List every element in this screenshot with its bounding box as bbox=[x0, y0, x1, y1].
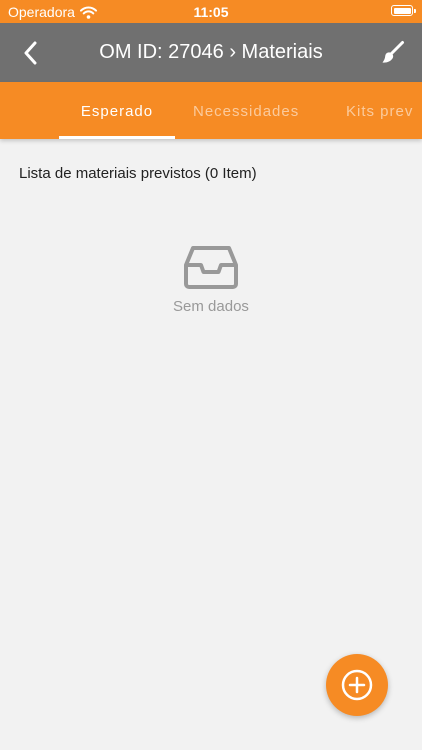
empty-state: Sem dados bbox=[111, 244, 311, 315]
tab-esperado[interactable]: Esperado bbox=[59, 103, 175, 120]
page-title: OM ID: 27046 › Materiais bbox=[99, 41, 323, 63]
battery-icon bbox=[391, 5, 416, 16]
tab-bar: Esperado Necessidades Kits prev bbox=[0, 82, 422, 139]
add-material-button[interactable] bbox=[326, 654, 388, 716]
status-bar: Operadora 11:05 bbox=[0, 0, 422, 23]
inbox-icon bbox=[184, 246, 238, 289]
active-tab-indicator bbox=[59, 136, 175, 139]
paintbrush-icon bbox=[382, 41, 404, 63]
brush-button[interactable] bbox=[378, 38, 408, 68]
nav-bar: OM ID: 27046 › Materiais bbox=[0, 23, 422, 82]
plus-circle-icon bbox=[341, 669, 373, 701]
tab-necessidades[interactable]: Necessidades bbox=[193, 103, 299, 120]
tab-kits-previstos[interactable]: Kits prev bbox=[346, 103, 413, 120]
status-time: 11:05 bbox=[193, 4, 229, 20]
empty-state-text: Sem dados bbox=[173, 298, 249, 315]
list-title: Lista de materiais previstos (0 Item) bbox=[19, 165, 257, 182]
